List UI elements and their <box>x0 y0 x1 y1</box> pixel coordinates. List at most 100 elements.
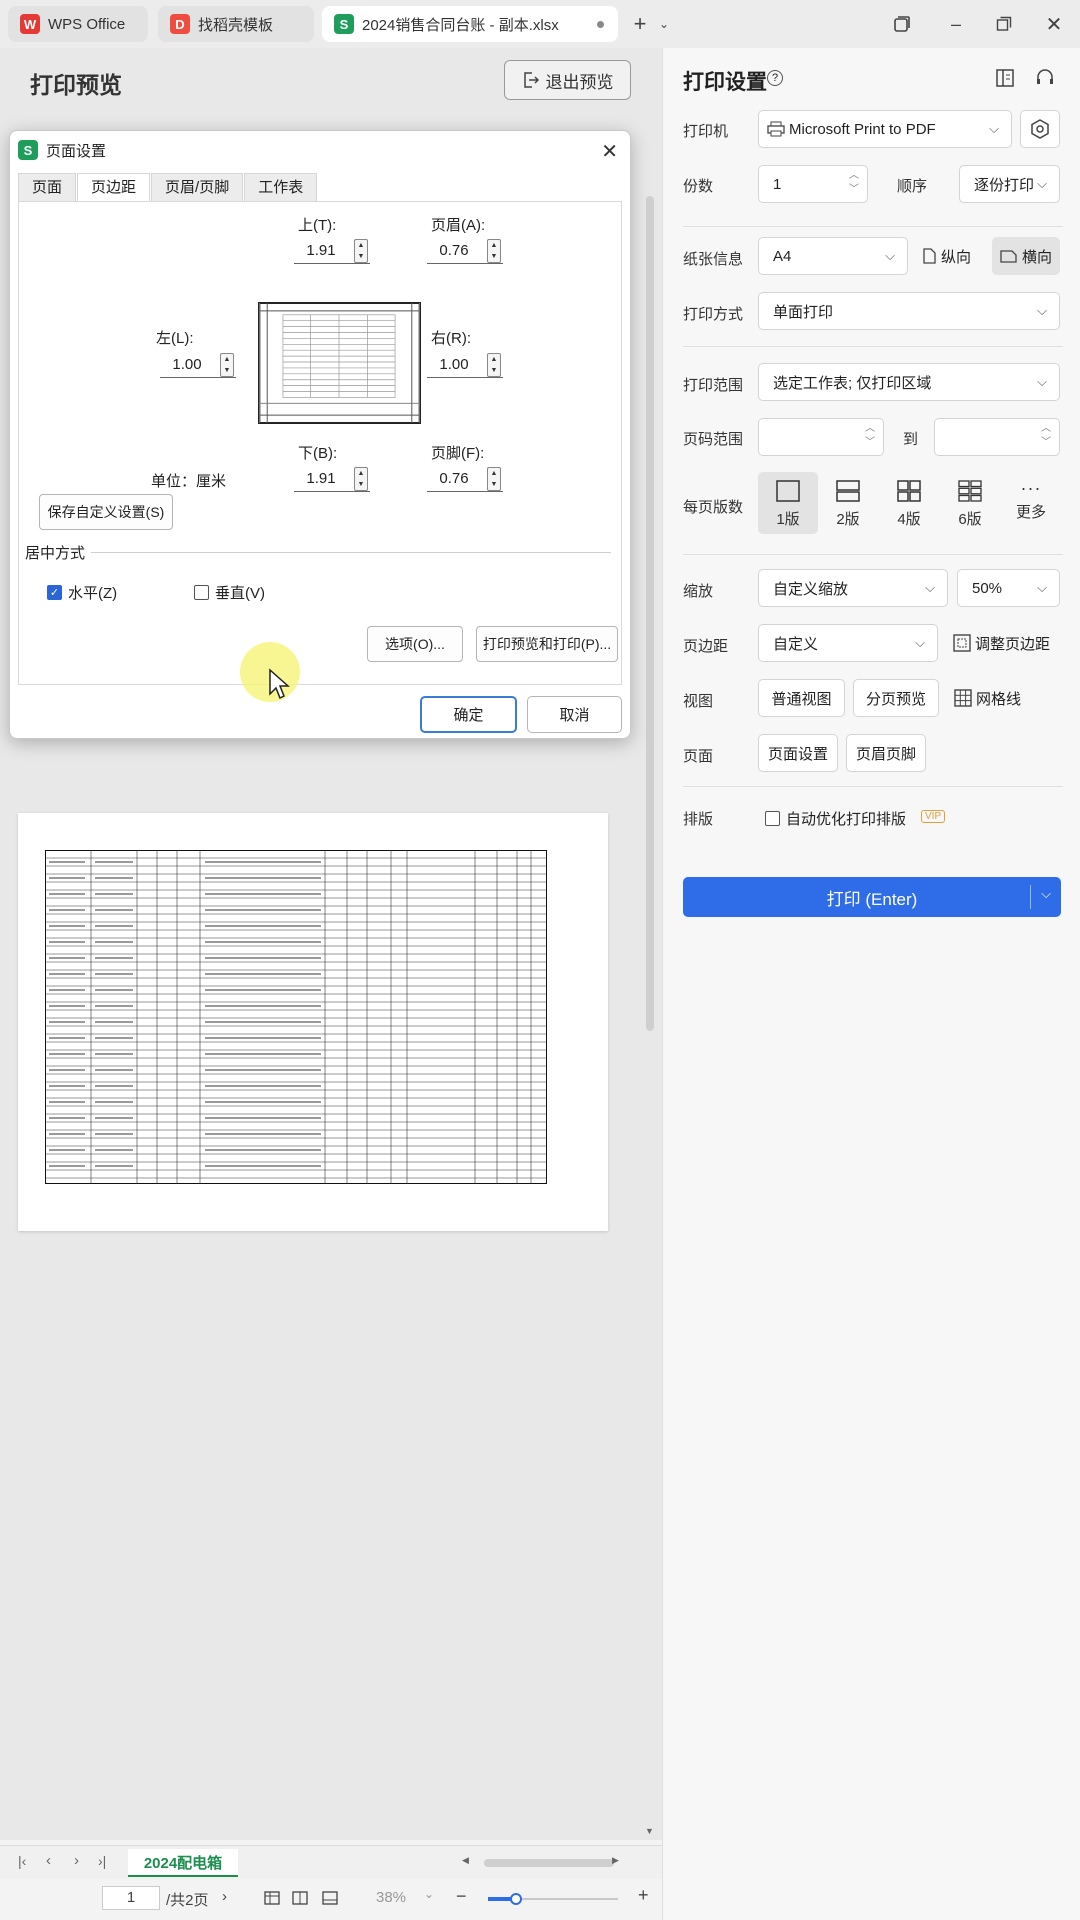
exit-preview-button[interactable]: 退出预览 <box>504 60 631 100</box>
print-button[interactable]: 打印 (Enter) ⌵ <box>683 877 1061 917</box>
footer-margin-label: 页脚(F): <box>431 445 485 462</box>
tab-list-chevron-icon[interactable]: ⌄ <box>656 10 672 38</box>
print-mode-select[interactable]: 单面打印 ⌵ <box>758 292 1060 330</box>
close-window-icon[interactable]: ✕ <box>1042 10 1066 38</box>
cancel-button[interactable]: 取消 <box>527 696 622 733</box>
tab-template[interactable]: D 找稻壳模板 <box>158 6 314 42</box>
portrait-option[interactable]: 纵向 <box>917 237 977 275</box>
print-label: 打印 (Enter) <box>826 889 918 909</box>
adjust-margin-button[interactable]: 调整页边距 <box>953 624 1050 662</box>
chevron-down-icon: ⌵ <box>915 635 925 650</box>
tab-wps-office[interactable]: W WPS Office <box>8 6 148 42</box>
landscape-option[interactable]: 横向 <box>992 237 1060 275</box>
auto-optimize-checkbox[interactable]: 自动优化打印排版 <box>765 808 906 829</box>
options-button[interactable]: 选项(O)... <box>367 626 463 662</box>
next-sheet-icon[interactable]: › <box>74 1852 79 1869</box>
restore-icon[interactable] <box>992 10 1016 38</box>
settings-hex-icon <box>1031 119 1049 139</box>
right-margin-spinner[interactable]: 1.00 ▲ ▼ <box>427 352 503 378</box>
stepper-arrows-icon[interactable]: ︿ ﹀ <box>865 422 875 450</box>
minimize-icon[interactable]: – <box>944 10 968 38</box>
prev-sheet-icon[interactable]: ‹ <box>46 1852 51 1869</box>
layout-2-option[interactable]: 2版 <box>818 472 878 532</box>
window-switch-icon[interactable] <box>890 10 914 38</box>
page-layout-icon[interactable] <box>292 1890 308 1910</box>
printer-select[interactable]: Microsoft Print to PDF ⌵ <box>758 110 1012 148</box>
scale-select[interactable]: 自定义缩放 ⌵ <box>758 569 948 607</box>
print-options-chevron-icon[interactable]: ⌵ <box>1041 886 1051 902</box>
page-range-from-input[interactable]: ︿ ﹀ <box>758 418 884 456</box>
hscroll-left-icon[interactable]: ◀ <box>462 1855 469 1866</box>
normal-view-icon[interactable] <box>264 1890 280 1910</box>
new-tab-plus-icon[interactable]: + <box>628 10 652 38</box>
tab-workbook[interactable]: S 2024销售合同台账 - 副本.xlsx <box>322 6 618 42</box>
help-icon[interactable]: ? <box>767 70 783 86</box>
spin-arrows-icon[interactable]: ▲ ▼ <box>487 353 501 377</box>
scale-percent-select[interactable]: 50% ⌵ <box>957 569 1060 607</box>
chevron-down-icon: ⌵ <box>1037 303 1047 318</box>
print-range-select[interactable]: 选定工作表; 仅打印区域 ⌵ <box>758 363 1060 401</box>
zoom-in-icon[interactable]: + <box>638 1885 649 1906</box>
page-break-view-button[interactable]: 分页预览 <box>853 679 939 717</box>
order-select[interactable]: 逐份打印 ⌵ <box>959 165 1060 203</box>
bottom-margin-spinner[interactable]: 1.91 ▲ ▼ <box>294 466 370 492</box>
zoom-slider-fill <box>488 1897 512 1901</box>
zoom-out-icon[interactable]: − <box>456 1886 467 1907</box>
paper-select[interactable]: A4 ⌵ <box>758 237 908 275</box>
margin-select[interactable]: 自定义 ⌵ <box>758 624 938 662</box>
tab-page[interactable]: 页面 <box>18 173 77 201</box>
last-sheet-icon[interactable]: ›| <box>98 1853 106 1869</box>
page-setup-button[interactable]: 页面设置 <box>758 734 838 772</box>
tab-header-footer[interactable]: 页眉/页脚 <box>151 173 244 201</box>
adjust-margin-label: 调整页边距 <box>975 635 1051 653</box>
scale-percent-value: 50% <box>972 579 1003 597</box>
tab-worksheet[interactable]: 工作表 <box>244 173 318 201</box>
page-range-to-input[interactable]: ︿ ﹀ <box>934 418 1060 456</box>
divider <box>683 786 1063 787</box>
first-sheet-icon[interactable]: |‹ <box>18 1853 26 1869</box>
zoom-slider-handle[interactable] <box>510 1893 522 1905</box>
copies-input[interactable]: 1 ︿ ﹀ <box>758 165 868 203</box>
horizontal-scrollbar-thumb[interactable] <box>484 1859 614 1867</box>
top-margin-spinner[interactable]: 1.91 ▲ ▼ <box>294 238 370 264</box>
vertical-scrollbar-thumb[interactable] <box>646 196 654 1031</box>
page-number-input[interactable]: 1 <box>102 1886 160 1910</box>
layout-1-option[interactable]: 1版 <box>758 472 818 534</box>
right-margin-label: 右(R): <box>431 330 471 347</box>
spin-arrows-icon[interactable]: ▲ ▼ <box>354 239 368 263</box>
stepper-arrows-icon[interactable]: ︿ ﹀ <box>1041 422 1051 450</box>
gridlines-toggle[interactable]: 网格线 <box>954 679 1021 717</box>
sheet-tab[interactable]: 2024配电箱 <box>128 1849 238 1877</box>
layout-more-option[interactable]: ··· 更多 <box>1001 472 1061 532</box>
close-icon[interactable]: ✕ <box>601 139 618 164</box>
header-footer-button[interactable]: 页眉页脚 <box>846 734 926 772</box>
scroll-down-arrow-icon[interactable]: ▼ <box>645 1826 654 1836</box>
panel-layout-icon[interactable] <box>995 68 1015 92</box>
printer-properties-button[interactable] <box>1020 110 1060 148</box>
footer-margin-spinner[interactable]: 0.76 ▲ ▼ <box>427 466 503 492</box>
spin-arrows-icon[interactable]: ▲ ▼ <box>220 353 234 377</box>
view-label: 视图 <box>683 693 714 710</box>
more-dots-icon: ··· <box>1020 478 1042 498</box>
stepper-arrows-icon[interactable]: ︿ ﹀ <box>849 169 859 197</box>
tab-label: 找稻壳模板 <box>198 16 274 34</box>
spin-arrows-icon[interactable]: ▲ ▼ <box>487 467 501 491</box>
normal-view-button[interactable]: 普通视图 <box>758 679 845 717</box>
reading-view-icon[interactable] <box>322 1890 338 1910</box>
center-vertical-checkbox[interactable]: 垂直(V) <box>194 582 265 603</box>
layout-6-option[interactable]: 6版 <box>940 472 1000 532</box>
spin-arrows-icon[interactable]: ▲ ▼ <box>487 239 501 263</box>
spin-arrows-icon[interactable]: ▲ ▼ <box>354 467 368 491</box>
center-horizontal-checkbox[interactable]: ✓ 水平(Z) <box>47 582 117 603</box>
hscroll-right-icon[interactable]: ▶ <box>612 1855 619 1866</box>
ok-button[interactable]: 确定 <box>420 696 517 733</box>
header-margin-spinner[interactable]: 0.76 ▲ ▼ <box>427 238 503 264</box>
zoom-dropdown-icon[interactable]: ⌄ <box>424 1887 434 1901</box>
layout-4-option[interactable]: 4版 <box>879 472 939 532</box>
print-preview-and-print-button[interactable]: 打印预览和打印(P)... <box>476 626 618 662</box>
tab-margins[interactable]: 页边距 <box>77 173 151 201</box>
save-custom-button[interactable]: 保存自定义设置(S) <box>39 494 173 530</box>
left-margin-spinner[interactable]: 1.00 ▲ ▼ <box>160 352 236 378</box>
support-headset-icon[interactable] <box>1035 68 1055 92</box>
next-page-icon[interactable]: › <box>222 1888 227 1905</box>
